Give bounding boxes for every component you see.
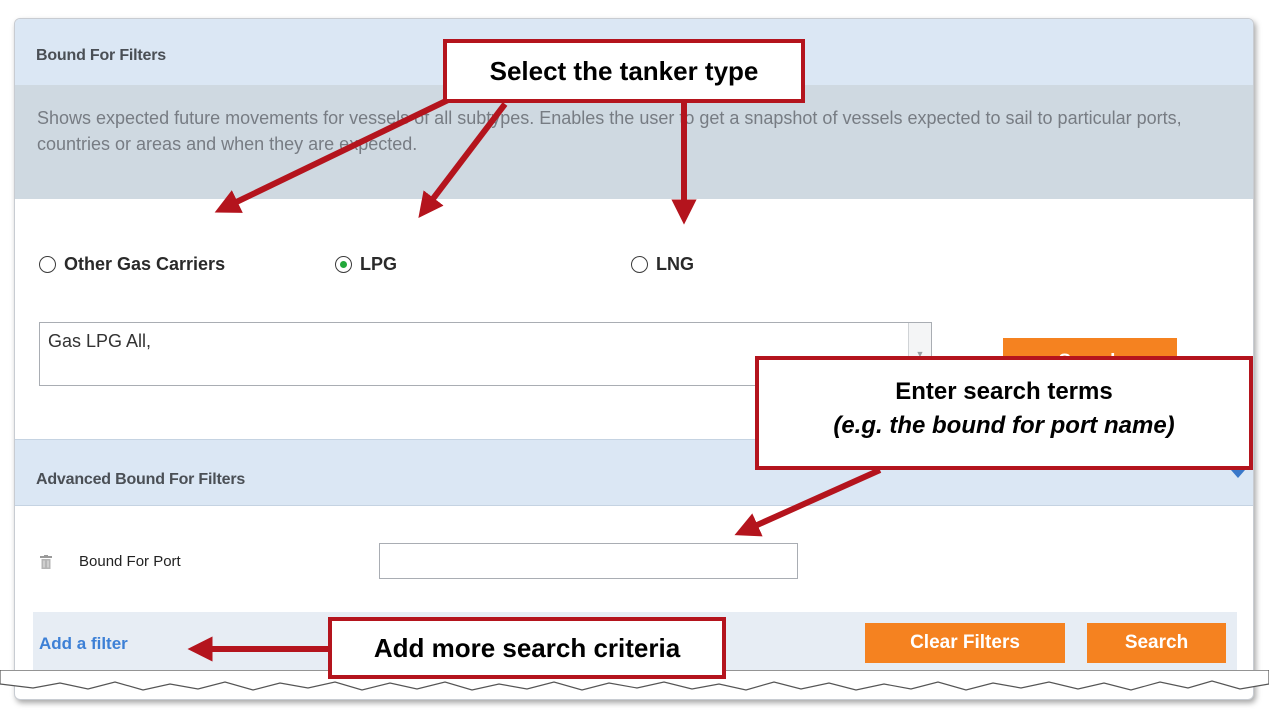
radio-button-icon[interactable] — [39, 255, 56, 273]
radio-label: LNG — [656, 253, 694, 274]
bound-for-port-label: Bound For Port — [79, 553, 181, 570]
description-text: Shows expected future movements for vess… — [37, 108, 1182, 154]
advanced-filters-title: Advanced Bound For Filters — [36, 471, 246, 488]
search-button[interactable]: Search — [1087, 623, 1226, 663]
radio-lpg[interactable]: LPG — [335, 249, 397, 279]
radio-label: Other Gas Carriers — [64, 253, 226, 274]
radio-label: LPG — [360, 253, 398, 274]
trash-icon[interactable] — [40, 555, 52, 569]
radio-button-icon[interactable] — [631, 255, 648, 273]
radio-other-gas-carriers[interactable]: Other Gas Carriers — [39, 249, 225, 279]
callout-add-more-criteria: Add more search criteria — [328, 617, 726, 679]
radio-lng[interactable]: LNG — [631, 249, 694, 279]
panel-title: Bound For Filters — [36, 47, 166, 64]
bound-for-port-input[interactable] — [379, 543, 798, 579]
collapse-chevron-icon[interactable] — [1231, 470, 1245, 478]
combobox-value: Gas LPG All, — [48, 331, 152, 351]
callout-select-tanker-type: Select the tanker type — [443, 39, 805, 103]
add-filter-link[interactable]: Add a filter — [39, 634, 128, 654]
clear-filters-button[interactable]: Clear Filters — [865, 623, 1065, 663]
callout-enter-search-terms: Enter search terms (e.g. the bound for p… — [755, 356, 1253, 470]
radio-button-checked-icon[interactable] — [335, 255, 352, 273]
